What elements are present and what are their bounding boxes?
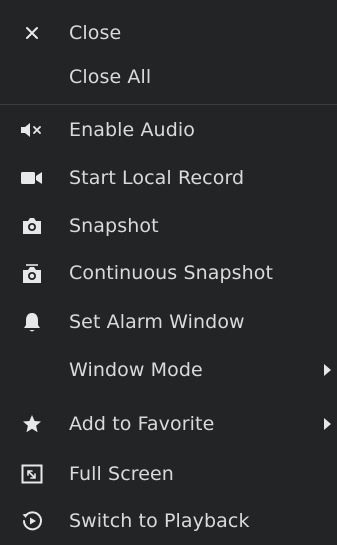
- menu-item-label: Add to Favorite: [69, 413, 215, 435]
- menu-item-label: Continuous Snapshot: [69, 262, 274, 284]
- speaker-muted-icon: [19, 117, 45, 143]
- menu-item-label: Start Local Record: [69, 167, 245, 189]
- menu-item-close-all[interactable]: Close All: [0, 53, 337, 101]
- star-icon: [19, 411, 45, 437]
- menu-item-close[interactable]: Close: [0, 9, 337, 57]
- menu-item-label: Window Mode: [69, 359, 203, 381]
- menu-item-snapshot[interactable]: Snapshot: [0, 202, 337, 250]
- playback-icon: [19, 508, 45, 534]
- menu-item-continuous-snapshot[interactable]: Continuous Snapshot: [0, 249, 337, 297]
- menu-item-set-alarm-window[interactable]: Set Alarm Window: [0, 298, 337, 346]
- submenu-arrow-icon: [324, 364, 331, 376]
- menu-item-label: Full Screen: [69, 463, 174, 485]
- menu-item-add-to-favorite[interactable]: Add to Favorite: [0, 400, 337, 448]
- context-menu: Close Close All Enable Audio Start Local…: [0, 0, 337, 543]
- submenu-arrow-icon: [324, 418, 331, 430]
- menu-item-label: Enable Audio: [69, 119, 195, 141]
- menu-item-label: Snapshot: [69, 215, 159, 237]
- menu-item-window-mode[interactable]: Window Mode: [0, 346, 337, 394]
- menu-item-label: Set Alarm Window: [69, 311, 245, 333]
- menu-item-label: Switch to Playback: [69, 510, 250, 532]
- menu-item-start-local-record[interactable]: Start Local Record: [0, 154, 337, 202]
- camera-icon: [19, 213, 45, 239]
- burst-camera-icon: [19, 260, 45, 286]
- video-camera-icon: [19, 165, 45, 191]
- menu-item-label: Close All: [69, 66, 152, 88]
- menu-item-full-screen[interactable]: Full Screen: [0, 450, 337, 498]
- menu-item-enable-audio[interactable]: Enable Audio: [0, 106, 337, 154]
- close-icon: [19, 20, 45, 46]
- menu-item-label: Close: [69, 22, 122, 44]
- fullscreen-icon: [19, 461, 45, 487]
- menu-divider: [0, 104, 337, 105]
- bell-icon: [19, 309, 45, 335]
- menu-item-switch-to-playback[interactable]: Switch to Playback: [0, 497, 337, 545]
